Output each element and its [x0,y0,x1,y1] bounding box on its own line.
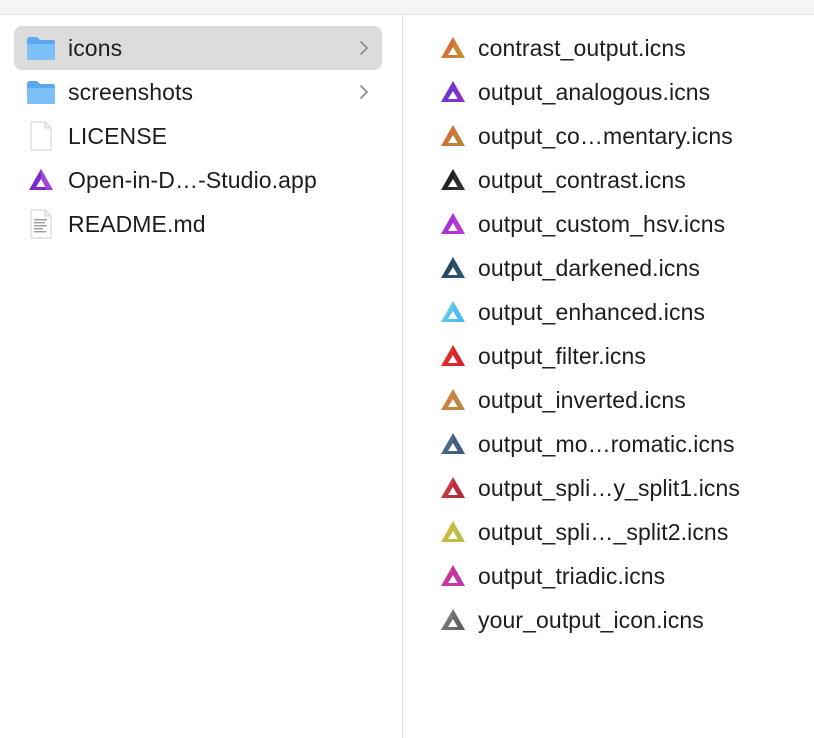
folder-icon [26,77,56,107]
file-list-item[interactable]: output_contrast.icns [439,158,809,202]
list-item-screenshots-folder[interactable]: screenshots [14,70,382,114]
icns-file-icon [439,298,467,326]
file-list-item[interactable]: output_analogous.icns [439,70,809,114]
icns-file-icon [439,78,467,106]
list-item-icons-folder[interactable]: icons [14,26,382,70]
icns-file-icon [439,166,467,194]
file-list-item[interactable]: output_mo…romatic.icns [439,422,809,466]
icons-folder-contents-column[interactable]: contrast_output.icns output_analogous.icn… [403,15,814,738]
icns-file-icon [439,606,467,634]
app-icon [26,165,56,195]
file-list-item[interactable]: your_output_icon.icns [439,598,809,642]
file-list-item[interactable]: output_custom_hsv.icns [439,202,809,246]
item-label: output_inverted.icns [478,386,686,413]
parent-folder-column[interactable]: icons screenshots LICENSE Open-in-D…-Stu… [0,15,402,738]
item-label: README.md [68,210,206,237]
list-item-app[interactable]: Open-in-D…-Studio.app [14,158,382,202]
item-label: output_co…mentary.icns [478,122,733,149]
item-label: Open-in-D…-Studio.app [68,166,317,193]
item-label: output_spli…y_split1.icns [478,474,741,501]
item-label: LICENSE [68,122,168,149]
icns-file-icon [439,34,467,62]
list-item-readme-file[interactable]: README.md [14,202,382,246]
file-list-item[interactable]: output_enhanced.icns [439,290,809,334]
item-label: your_output_icon.icns [478,606,704,633]
icns-file-icon [439,474,467,502]
item-label: output_filter.icns [478,342,647,369]
item-label: output_triadic.icns [478,562,666,589]
icns-file-icon [439,518,467,546]
icns-file-icon [439,386,467,414]
item-label: screenshots [68,78,194,105]
item-label: icons [68,34,123,61]
file-list-item[interactable]: output_filter.icns [439,334,809,378]
file-list-item[interactable]: output_spli…_split2.icns [439,510,809,554]
file-list-item[interactable]: output_triadic.icns [439,554,809,598]
list-item-license-file[interactable]: LICENSE [14,114,382,158]
icns-file-icon [439,122,467,150]
icns-file-icon [439,562,467,590]
icns-file-icon [439,254,467,282]
icns-file-icon [439,430,467,458]
chevron-right-icon [360,41,368,55]
item-label: output_analogous.icns [478,78,711,105]
item-label: output_enhanced.icns [478,298,706,325]
item-label: output_mo…romatic.icns [478,430,735,457]
file-list-item[interactable]: output_co…mentary.icns [439,114,809,158]
folder-icon [26,33,56,63]
icns-file-icon [439,210,467,238]
file-list-item[interactable]: output_darkened.icns [439,246,809,290]
item-label: output_custom_hsv.icns [478,210,726,237]
item-label: output_spli…_split2.icns [478,518,729,545]
icns-file-icon [439,342,467,370]
item-label: output_darkened.icns [478,254,700,281]
item-label: contrast_output.icns [478,34,686,61]
document-icon [26,121,56,151]
chevron-right-icon [360,85,368,99]
file-list-item[interactable]: output_inverted.icns [439,378,809,422]
file-list-item[interactable]: output_spli…y_split1.icns [439,466,809,510]
item-label: output_contrast.icns [478,166,686,193]
file-list-item[interactable]: contrast_output.icns [439,26,809,70]
text-document-icon [26,209,56,239]
column-view-top-bar [0,0,814,15]
